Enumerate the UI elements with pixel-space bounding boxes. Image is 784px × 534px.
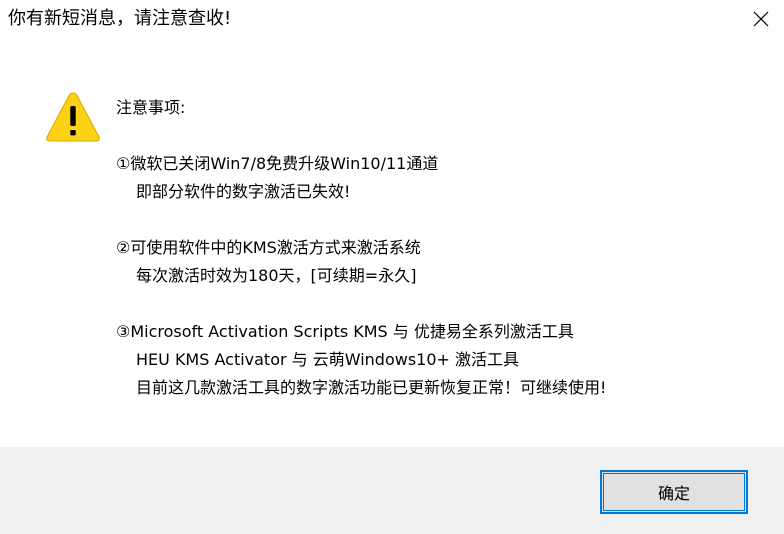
notice-2-line-1: ②可使用软件中的KMS激活方式来激活系统 [116, 238, 421, 257]
message-dialog: 你有新短消息，请注意查收! 注意事项: ①微软已关闭Win7/8免费升级Win1… [0, 0, 784, 534]
notice-3-line-3: 目前这几款激活工具的数字激活功能已更新恢复正常！可继续使用! [136, 378, 607, 397]
title-bar[interactable]: 你有新短消息，请注意查收! [0, 0, 784, 38]
notice-1-line-2: 即部分软件的数字激活已失效! [136, 182, 351, 201]
dialog-footer: 确定 [0, 447, 784, 534]
dialog-body: 注意事项: ①微软已关闭Win7/8免费升级Win10/11通道 即部分软件的数… [0, 38, 784, 447]
window-title: 你有新短消息，请注意查收! [8, 8, 232, 29]
close-icon [753, 11, 769, 27]
close-button[interactable] [738, 0, 784, 38]
notice-1-line-1: ①微软已关闭Win7/8免费升级Win10/11通道 [116, 154, 439, 173]
notice-3-line-1: ③Microsoft Activation Scripts KMS 与 优捷易全… [116, 322, 574, 341]
message-text: 注意事项: ①微软已关闭Win7/8免费升级Win10/11通道 即部分软件的数… [116, 94, 606, 402]
warning-icon [46, 92, 100, 142]
message-heading: 注意事项: [116, 98, 186, 117]
ok-button[interactable]: 确定 [600, 470, 748, 514]
notice-2-line-2: 每次激活时效为180天，[可续期=永久] [136, 266, 417, 285]
notice-3-line-2: HEU KMS Activator 与 云萌Windows10+ 激活工具 [136, 350, 520, 369]
